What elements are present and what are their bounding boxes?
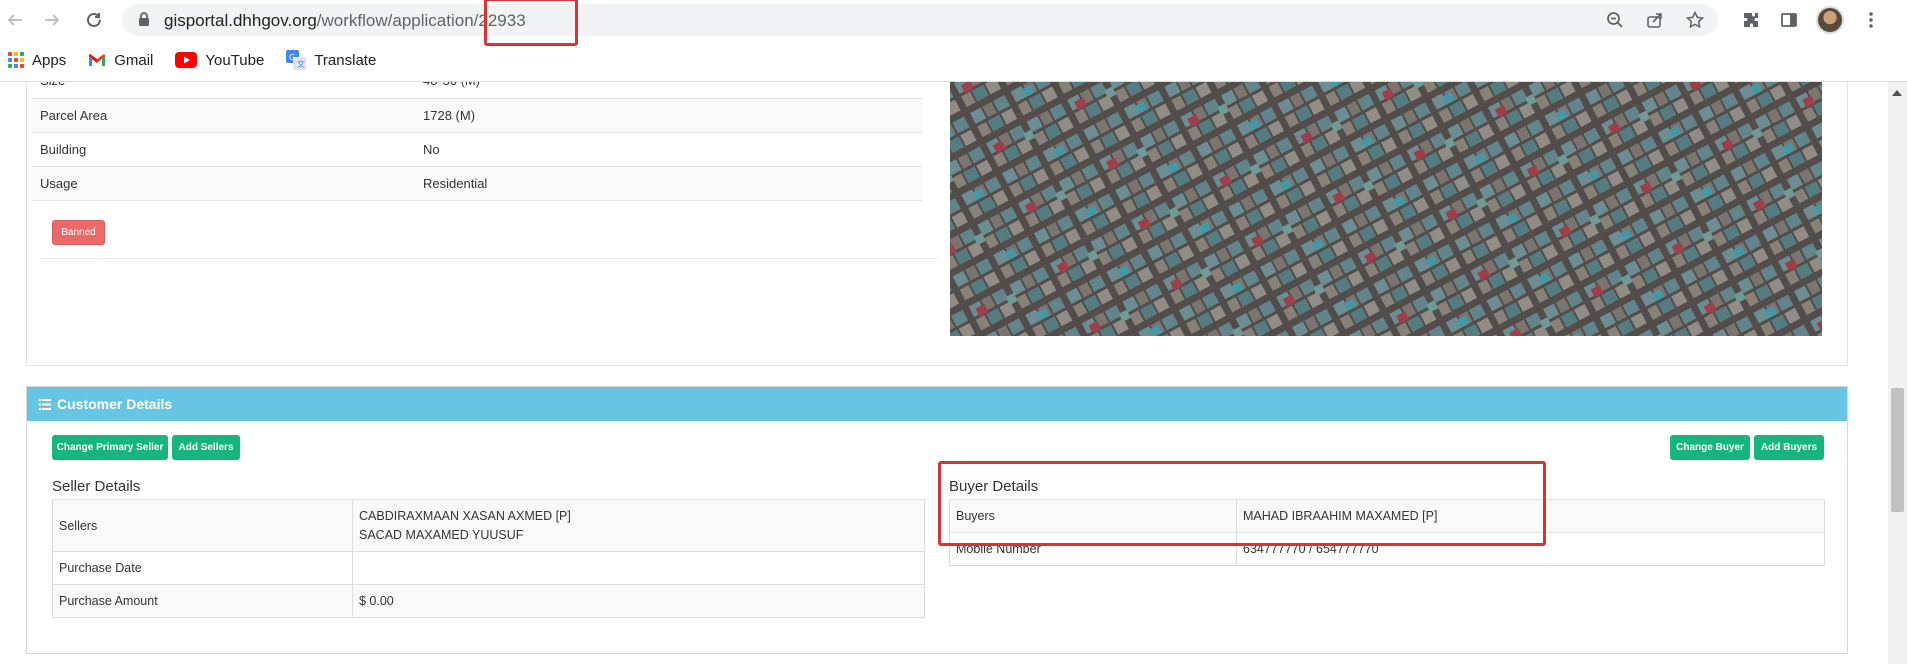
reload-icon[interactable] <box>82 8 106 32</box>
lock-icon <box>138 12 152 28</box>
buyer-details-title: Buyer Details <box>949 478 1039 495</box>
property-value: No <box>415 132 922 167</box>
forward-icon[interactable] <box>40 8 64 32</box>
bookmark-translate[interactable]: G文 Translate <box>286 50 376 70</box>
bookmark-apps-label: Apps <box>32 51 67 69</box>
table-row: Buyers MAHAD IBRAAHIM MAXAMED [P] <box>949 499 1825 533</box>
purchase-date-value <box>352 551 925 585</box>
customer-details-panel: Customer Details Change Primary Seller A… <box>26 386 1848 654</box>
sellers-value: CABDIRAXMAAN XASAN AXMED [P] SACAD MAXAM… <box>352 499 925 552</box>
table-row: Size 48*36 (M) <box>32 82 922 99</box>
property-label: Building <box>32 132 415 167</box>
mobile-number-value: 634777770 / 654777770 <box>1236 532 1825 566</box>
purchase-date-label: Purchase Date <box>52 551 353 585</box>
youtube-icon <box>175 52 198 68</box>
bookmark-star-icon[interactable] <box>1684 9 1706 31</box>
property-value: Residential <box>415 166 922 201</box>
translate-icon: G文 <box>286 50 307 70</box>
customer-details-header[interactable]: Customer Details <box>27 387 1847 421</box>
side-panel-icon[interactable] <box>1778 9 1800 31</box>
bookmark-apps[interactable]: Apps <box>8 52 66 69</box>
url-path: /workflow/application/ <box>316 11 479 30</box>
bookmark-gmail[interactable]: Gmail <box>88 52 153 69</box>
property-label: Usage <box>32 166 415 201</box>
status-badge[interactable]: Banned <box>52 220 105 245</box>
table-row: Mobile Number 634777770 / 654777770 <box>949 532 1825 566</box>
property-table: Size 48*36 (M) Parcel Area 1728 (M) Buil… <box>32 82 922 201</box>
seller-name: SACAD MAXAMED YUUSUF <box>359 527 524 542</box>
table-row: Parcel Area 1728 (M) <box>32 98 922 133</box>
add-sellers-button[interactable]: Add Sellers <box>172 435 240 460</box>
bookmarks-bar: Apps Gmail YouTube G文 Translate <box>0 46 1907 74</box>
bookmark-youtube-label: YouTube <box>205 51 265 69</box>
add-buyers-button[interactable]: Add Buyers <box>1754 435 1824 460</box>
bookmark-translate-label: Translate <box>314 51 377 69</box>
profile-avatar[interactable] <box>1816 6 1844 34</box>
url-id: 22933 <box>478 11 526 30</box>
aerial-map-image <box>950 82 1822 336</box>
svg-text:G: G <box>289 53 295 62</box>
mobile-number-label: Mobile Number <box>949 532 1237 566</box>
url-host: gisportal.dhhgov.org <box>164 11 317 30</box>
url-text: gisportal.dhhgov.org/workflow/applicatio… <box>164 11 526 31</box>
scroll-up-icon[interactable] <box>1892 90 1902 96</box>
gmail-icon <box>89 54 106 66</box>
page-scrollbar[interactable] <box>1888 82 1907 664</box>
purchase-amount-label: Purchase Amount <box>52 584 353 618</box>
seller-name: CABDIRAXMAAN XASAN AXMED [P] <box>359 508 571 523</box>
change-primary-seller-button[interactable]: Change Primary Seller <box>52 435 168 460</box>
address-bar[interactable]: gisportal.dhhgov.org/workflow/applicatio… <box>122 4 1718 36</box>
change-buyer-button[interactable]: Change Buyer <box>1670 435 1750 460</box>
scroll-thumb[interactable] <box>1891 388 1904 512</box>
page-content: Size 48*36 (M) Parcel Area 1728 (M) Buil… <box>0 82 1888 664</box>
property-value: 48*36 (M) <box>415 82 922 99</box>
sellers-label: Sellers <box>52 499 353 552</box>
zoom-icon[interactable] <box>1604 9 1626 31</box>
buyers-value: MAHAD IBRAAHIM MAXAMED [P] <box>1236 499 1825 533</box>
table-row: Sellers CABDIRAXMAAN XASAN AXMED [P] SAC… <box>52 499 925 552</box>
menu-dots-icon[interactable] <box>1860 9 1882 31</box>
buyers-label: Buyers <box>949 499 1237 533</box>
apps-grid-icon <box>8 52 24 68</box>
extensions-icon[interactable] <box>1740 9 1762 31</box>
browser-toolbar: gisportal.dhhgov.org/workflow/applicatio… <box>0 0 1907 40</box>
table-row: Building No <box>32 132 922 167</box>
table-row: Usage Residential <box>32 166 922 201</box>
bookmark-youtube[interactable]: YouTube <box>175 52 264 69</box>
table-row: Purchase Amount $ 0.00 <box>52 584 925 618</box>
property-label: Size <box>32 82 415 99</box>
seller-details-table: Sellers CABDIRAXMAAN XASAN AXMED [P] SAC… <box>52 499 925 618</box>
list-icon <box>39 398 51 410</box>
property-divider <box>40 258 938 259</box>
table-row: Purchase Date <box>52 551 925 585</box>
property-value: 1728 (M) <box>415 98 922 133</box>
seller-details-title: Seller Details <box>52 478 141 495</box>
bookmark-gmail-label: Gmail <box>114 51 154 69</box>
aerial-map-graphic <box>950 82 1822 336</box>
customer-details-title: Customer Details <box>57 396 173 412</box>
buyer-details-table: Buyers MAHAD IBRAAHIM MAXAMED [P] Mobile… <box>949 499 1825 566</box>
back-icon[interactable] <box>3 8 27 32</box>
purchase-amount-value: $ 0.00 <box>352 584 925 618</box>
svg-text:文: 文 <box>297 59 305 69</box>
property-label: Parcel Area <box>32 98 415 133</box>
share-icon[interactable] <box>1644 9 1666 31</box>
